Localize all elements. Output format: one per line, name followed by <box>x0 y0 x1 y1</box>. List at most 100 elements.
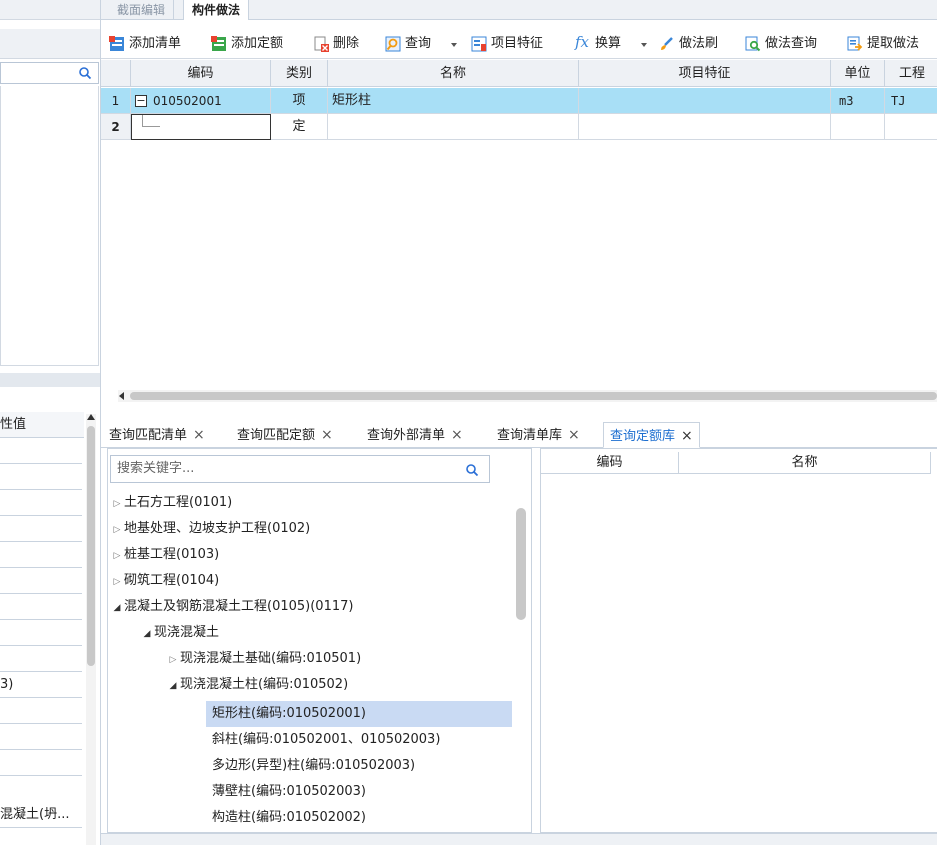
tree-node-structural-column[interactable]: 构造柱(编码:010502002) <box>212 805 366 831</box>
cell-name[interactable] <box>328 114 579 140</box>
close-icon[interactable]: × <box>451 427 463 443</box>
col-header-unit[interactable]: 单位 <box>831 60 885 87</box>
table-row[interactable] <box>131 114 271 140</box>
scroll-left-arrow-icon[interactable] <box>119 392 124 400</box>
scroll-thumb[interactable] <box>130 392 937 400</box>
convert-dropdown-button[interactable]: fx 换算 <box>575 35 647 53</box>
tab-query-match-list[interactable]: 查询匹配清单 × <box>103 422 211 448</box>
cell-unit[interactable]: m3 <box>831 88 885 114</box>
property-row[interactable] <box>0 438 82 464</box>
cell-feature[interactable] <box>579 88 831 114</box>
chevron-down-icon <box>451 43 457 47</box>
close-icon[interactable]: × <box>193 427 205 443</box>
property-row[interactable] <box>0 464 82 490</box>
method-query-button[interactable]: 做法查询 <box>745 35 833 53</box>
cell-unit[interactable] <box>831 114 885 140</box>
item-feature-button[interactable]: 项目特征 <box>471 35 559 53</box>
scroll-up-arrow-icon[interactable] <box>87 414 95 420</box>
cell-name[interactable]: 矩形柱 <box>328 88 579 114</box>
toolbar: 添加清单 添加定额 删除 查询 项目特征 fx 换算 做法刷 做法查询 提取做法 <box>101 29 937 59</box>
search-icon[interactable] <box>465 463 479 477</box>
query-tab-bar: 查询匹配清单 × 查询匹配定额 × 查询外部清单 × 查询清单库 × 查询定额库 × <box>101 416 937 448</box>
expand-arrow-icon[interactable]: ▷ <box>110 543 124 569</box>
component-list[interactable] <box>0 86 99 366</box>
col-header-expression[interactable]: 工程 <box>885 60 937 87</box>
property-row[interactable] <box>0 750 82 776</box>
property-row[interactable] <box>0 594 82 620</box>
col-header-code[interactable]: 编码 <box>131 60 271 87</box>
cell-expression[interactable] <box>885 114 937 140</box>
property-row[interactable] <box>0 568 82 594</box>
property-row[interactable] <box>0 516 82 542</box>
close-icon[interactable]: × <box>321 427 333 443</box>
expand-arrow-icon[interactable]: ▷ <box>110 517 124 543</box>
grid-corner <box>101 60 131 87</box>
row-number[interactable]: 2 <box>101 114 131 140</box>
scroll-thumb[interactable] <box>87 426 95 666</box>
panel-splitter[interactable] <box>0 373 100 387</box>
tab-component-method[interactable]: 构件做法 <box>183 0 250 21</box>
search-icon[interactable] <box>78 66 92 80</box>
extract-method-button[interactable]: 提取做法 <box>847 35 937 53</box>
property-row[interactable] <box>0 542 82 568</box>
add-quota-button[interactable]: 添加定额 <box>211 35 301 53</box>
cell-expression[interactable]: TJ <box>885 88 937 114</box>
tree-node-inclined-column[interactable]: 斜柱(编码:010502001、010502003) <box>212 727 440 753</box>
tree-node-earthwork[interactable]: ▷ 土石方工程(0101) <box>110 490 233 517</box>
tree-node-cast-column[interactable]: ◢ 现浇混凝土柱(编码:010502) <box>166 672 349 699</box>
expand-arrow-icon[interactable]: ▷ <box>166 647 180 673</box>
property-row[interactable] <box>0 724 82 750</box>
col-header-type[interactable]: 类别 <box>271 60 328 87</box>
tab-query-quota-library[interactable]: 查询定额库 × <box>603 422 700 448</box>
tree-node-polygon-column[interactable]: 多边形(异型)柱(编码:010502003) <box>212 753 415 779</box>
tree-search-input[interactable]: 搜索关键字... <box>110 455 490 483</box>
property-row[interactable] <box>0 646 82 672</box>
collapse-icon[interactable]: − <box>135 95 147 107</box>
close-icon[interactable]: × <box>681 428 693 444</box>
grid-horizontal-scrollbar[interactable] <box>118 390 937 402</box>
tab-query-match-quota[interactable]: 查询匹配定额 × <box>231 422 339 448</box>
cell-type[interactable]: 项 <box>271 88 328 114</box>
cell-type[interactable]: 定 <box>271 114 328 140</box>
collapse-arrow-icon[interactable]: ◢ <box>140 621 154 647</box>
tree-node-concrete[interactable]: ◢ 混凝土及钢筋混凝土工程(0105)(0117) <box>110 594 354 621</box>
delete-button[interactable]: 删除 <box>313 35 373 53</box>
left-search-input[interactable] <box>0 62 99 84</box>
expand-arrow-icon[interactable]: ▷ <box>110 491 124 517</box>
tab-section-edit[interactable]: 截面编辑 <box>109 0 175 20</box>
close-icon[interactable]: × <box>568 427 580 443</box>
property-row[interactable] <box>0 698 82 724</box>
tree-node-cast-in-place[interactable]: ◢ 现浇混凝土 <box>140 620 219 646</box>
tab-query-list-library[interactable]: 查询清单库 × <box>491 422 586 448</box>
query-dropdown-button[interactable]: 查询 <box>385 35 457 53</box>
collapse-arrow-icon[interactable]: ◢ <box>166 673 180 699</box>
property-row[interactable]: 混凝土(坍... <box>0 802 82 828</box>
col-header-name[interactable]: 名称 <box>328 60 579 87</box>
tree-node-thin-wall-column[interactable]: 薄壁柱(编码:010502003) <box>212 779 366 805</box>
tree-scroll-thumb[interactable] <box>516 508 526 620</box>
tree-node-pile[interactable]: ▷ 桩基工程(0103) <box>110 542 220 569</box>
tree-node-cast-foundation[interactable]: ▷ 现浇混凝土基础(编码:010501) <box>166 646 362 673</box>
result-col-header-name[interactable]: 名称 <box>679 452 931 474</box>
collapse-arrow-icon[interactable]: ◢ <box>110 595 124 621</box>
table-row[interactable]: − 010502001 <box>131 88 271 114</box>
expand-arrow-icon[interactable]: ▷ <box>110 569 124 595</box>
col-header-feature[interactable]: 项目特征 <box>579 60 831 87</box>
left-vertical-scrollbar[interactable] <box>86 414 96 845</box>
method-brush-button[interactable]: 做法刷 <box>659 35 735 53</box>
brush-icon <box>661 37 673 50</box>
item-feature-icon <box>471 36 487 52</box>
row-number[interactable]: 1 <box>101 88 131 114</box>
tree-node-masonry[interactable]: ▷ 砌筑工程(0104) <box>110 568 220 595</box>
add-list-button[interactable]: 添加清单 <box>109 35 197 53</box>
property-row[interactable] <box>0 620 82 646</box>
cell-feature[interactable] <box>579 114 831 140</box>
spacer <box>101 402 937 416</box>
tree-node-rect-column[interactable]: 矩形柱(编码:010502001) <box>206 701 512 727</box>
tab-query-external-list[interactable]: 查询外部清单 × <box>361 422 469 448</box>
result-col-header-code[interactable]: 编码 <box>541 452 679 474</box>
tree-node-foundation[interactable]: ▷ 地基处理、边坡支护工程(0102) <box>110 516 311 543</box>
extract-method-icon <box>847 36 863 51</box>
property-row[interactable]: 3) <box>0 672 82 698</box>
property-row[interactable] <box>0 490 82 516</box>
